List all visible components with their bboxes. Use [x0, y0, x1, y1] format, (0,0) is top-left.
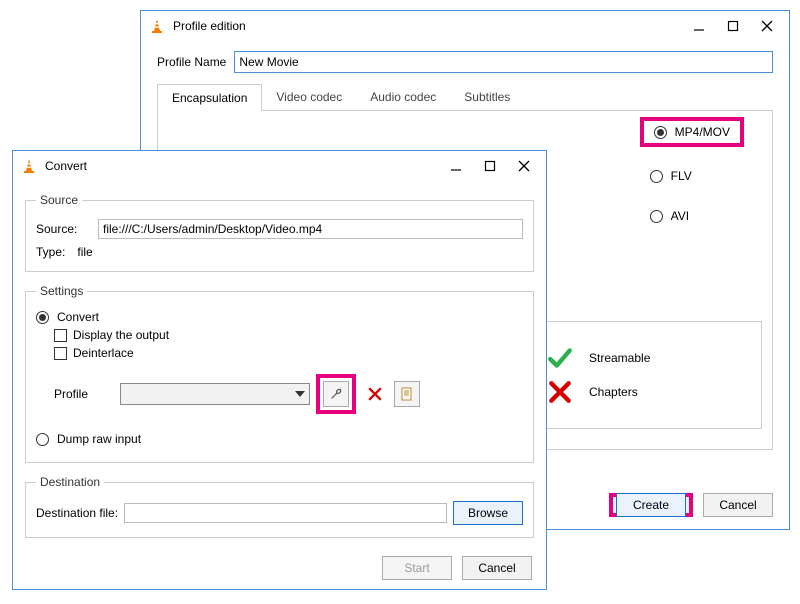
convert-window: Convert Source Source: file:///C:/Users/… [12, 150, 547, 590]
minimize-button[interactable] [446, 156, 466, 176]
feature-streamable: Streamable [547, 345, 743, 371]
browse-button[interactable]: Browse [453, 501, 523, 525]
close-button[interactable] [757, 16, 777, 36]
maximize-button[interactable] [723, 16, 743, 36]
create-button-highlight: Create [609, 493, 693, 517]
start-button[interactable]: Start [382, 556, 452, 580]
x-icon [368, 387, 382, 401]
cross-icon [547, 379, 573, 405]
checkbox-icon [54, 347, 67, 360]
format-mp4mov[interactable]: MP4/MOV [640, 117, 744, 147]
check-icon [547, 345, 573, 371]
checkbox-icon [54, 329, 67, 342]
display-output-checkbox[interactable]: Display the output [54, 328, 523, 342]
source-fieldset: Source Source: file:///C:/Users/admin/De… [25, 193, 534, 272]
radio-icon [36, 311, 49, 324]
source-legend: Source [36, 193, 82, 207]
vlc-cone-icon [21, 158, 37, 174]
convert-radio-label: Convert [57, 310, 99, 324]
settings-legend: Settings [36, 284, 87, 298]
format-label: MP4/MOV [675, 125, 730, 139]
dump-raw-label: Dump raw input [57, 432, 141, 446]
profile-name-label: Profile Name [157, 55, 226, 69]
feature-chapters: Chapters [547, 379, 743, 405]
profile-name-input[interactable] [234, 51, 773, 73]
destination-file-label: Destination file: [36, 506, 118, 520]
create-button[interactable]: Create [616, 493, 686, 517]
format-label: AVI [671, 209, 689, 223]
destination-file-input[interactable] [124, 503, 447, 523]
tab-encapsulation[interactable]: Encapsulation [157, 84, 262, 111]
type-label: Type: [36, 245, 65, 259]
profile-tabs: Encapsulation Video codec Audio codec Su… [157, 83, 773, 110]
radio-icon [650, 170, 663, 183]
checkbox-label: Display the output [73, 328, 169, 342]
tab-video-codec[interactable]: Video codec [262, 84, 356, 111]
convert-titlebar: Convert [13, 151, 546, 181]
delete-profile-button[interactable] [362, 381, 388, 407]
profile-dropdown[interactable] [120, 383, 310, 405]
features-box: Streamable Chapters [528, 321, 762, 429]
close-button[interactable] [514, 156, 534, 176]
maximize-button[interactable] [480, 156, 500, 176]
settings-fieldset: Settings Convert Display the output Dein… [25, 284, 534, 463]
source-label: Source: [36, 222, 92, 236]
radio-icon [654, 126, 667, 139]
convert-title: Convert [45, 159, 446, 173]
checkbox-label: Deinterlace [73, 346, 134, 360]
profile-title: Profile edition [173, 19, 689, 33]
new-profile-button[interactable] [394, 381, 420, 407]
dump-raw-radio[interactable]: Dump raw input [36, 432, 523, 446]
radio-icon [36, 433, 49, 446]
vlc-cone-icon [149, 18, 165, 34]
wrench-icon [329, 387, 343, 401]
edit-profile-highlight [316, 374, 356, 414]
convert-cancel-button[interactable]: Cancel [462, 556, 532, 580]
feature-label: Chapters [589, 385, 638, 399]
source-path[interactable]: file:///C:/Users/admin/Desktop/Video.mp4 [98, 219, 523, 239]
edit-profile-button[interactable] [323, 381, 349, 407]
deinterlace-checkbox[interactable]: Deinterlace [54, 346, 523, 360]
minimize-button[interactable] [689, 16, 709, 36]
feature-label: Streamable [589, 351, 650, 365]
profile-label: Profile [54, 387, 114, 401]
tab-subtitles[interactable]: Subtitles [450, 84, 524, 111]
tab-audio-codec[interactable]: Audio codec [356, 84, 450, 111]
chevron-down-icon [295, 391, 305, 397]
format-label: FLV [671, 169, 692, 183]
new-doc-icon [400, 387, 414, 401]
convert-radio[interactable]: Convert [36, 310, 523, 324]
radio-icon [650, 210, 663, 223]
type-value: file [77, 245, 92, 259]
format-flv[interactable]: FLV [640, 165, 744, 187]
cancel-button[interactable]: Cancel [703, 493, 773, 517]
format-avi[interactable]: AVI [640, 205, 744, 227]
profile-titlebar: Profile edition [141, 11, 789, 41]
destination-fieldset: Destination Destination file: Browse [25, 475, 534, 538]
destination-legend: Destination [36, 475, 104, 489]
